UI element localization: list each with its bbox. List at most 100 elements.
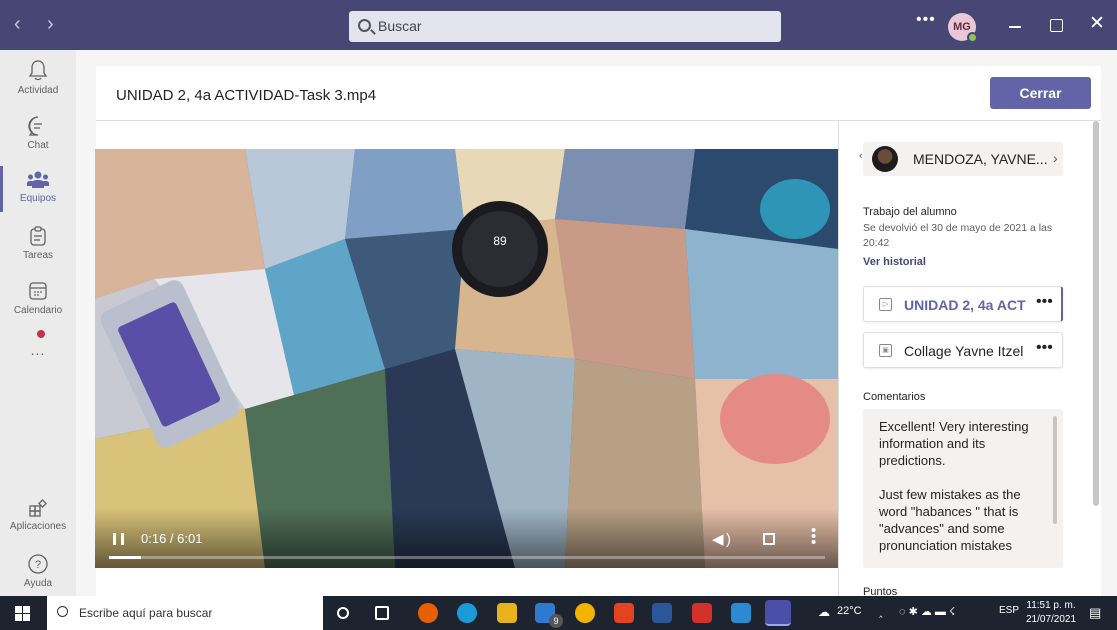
word-icon[interactable] bbox=[652, 603, 672, 623]
avatar[interactable]: MG bbox=[948, 13, 978, 43]
view-history-link[interactable]: Ver historial bbox=[863, 256, 926, 268]
student-name: MENDOZA, YAVNE... bbox=[913, 151, 1048, 167]
student-switcher[interactable]: ‹ MENDOZA, YAVNE... › bbox=[859, 142, 1063, 176]
taskbar-search-input[interactable]: Escribe aquí para buscar bbox=[47, 596, 323, 630]
more-label: ... bbox=[30, 342, 46, 358]
help-icon: ? bbox=[28, 554, 48, 574]
chevron-right-icon[interactable]: › bbox=[47, 13, 54, 36]
svg-text:?: ? bbox=[35, 559, 41, 571]
attachment-label: Collage Yavne Itzel bbox=[904, 343, 1024, 359]
edge-icon[interactable] bbox=[457, 603, 477, 623]
svg-text:89: 89 bbox=[493, 234, 507, 248]
rail-label: Ayuda bbox=[23, 578, 53, 589]
video-time: 0:16 / 6:01 bbox=[141, 531, 203, 546]
rail-item-calendario[interactable]: Calendario bbox=[0, 280, 76, 316]
rail-item-aplicaciones[interactable]: Aplicaciones bbox=[0, 498, 76, 532]
pause-icon[interactable] bbox=[113, 533, 124, 545]
cortana-icon[interactable] bbox=[337, 607, 349, 619]
image-file-icon: ▣ bbox=[879, 344, 892, 357]
notification-dot bbox=[37, 330, 45, 338]
chevron-left-icon[interactable]: ‹ bbox=[859, 150, 863, 162]
teams-icon bbox=[27, 171, 49, 188]
attachment-image[interactable]: ▣ Collage Yavne Itzel ••• bbox=[863, 332, 1063, 368]
system-tray-icons[interactable]: ◌ ✱ ☁ ▬ ☇ bbox=[899, 605, 955, 618]
taskbar-search-placeholder: Escribe aquí para buscar bbox=[79, 606, 213, 620]
minimize-icon[interactable] bbox=[1009, 26, 1021, 28]
teams-taskbar-icon[interactable] bbox=[765, 600, 791, 626]
attachment-label: UNIDAD 2, 4a ACT bbox=[904, 297, 1026, 313]
rail-label: Calendario bbox=[13, 305, 63, 316]
chevron-left-icon[interactable]: ‹ bbox=[14, 13, 21, 36]
more-options-icon[interactable]: • • • bbox=[811, 523, 816, 550]
firefox-icon[interactable] bbox=[418, 603, 438, 623]
temperature: 22°C bbox=[837, 605, 862, 617]
returned-status: Se devolvió el 30 de mayo de 2021 a las … bbox=[863, 222, 1053, 249]
office-icon[interactable] bbox=[614, 603, 634, 623]
acrobat-icon[interactable] bbox=[692, 603, 712, 623]
presence-available-icon bbox=[967, 32, 978, 43]
chrome-icon[interactable] bbox=[575, 603, 595, 623]
maximize-icon[interactable] bbox=[1050, 19, 1063, 32]
photos-icon[interactable] bbox=[731, 603, 751, 623]
video-progress-bar[interactable] bbox=[109, 556, 825, 559]
clock-date: 21/07/2021 bbox=[1026, 614, 1077, 625]
video-controls: 0:16 / 6:01 ◀ ) • • • bbox=[95, 508, 838, 568]
clock-time: 11:51 p. m. bbox=[1026, 600, 1076, 611]
rail-label: Chat bbox=[27, 140, 49, 151]
mail-badge: 9 bbox=[549, 614, 563, 628]
student-avatar bbox=[872, 146, 898, 172]
student-work-panel: ‹ MENDOZA, YAVNE... › Trabajo del alumno… bbox=[839, 121, 1101, 598]
rail-label: Actividad bbox=[17, 85, 59, 96]
rail-item-tareas[interactable]: Tareas bbox=[0, 225, 76, 261]
chat-icon bbox=[28, 116, 42, 136]
rail-item-equipos[interactable]: Equipos bbox=[0, 170, 76, 204]
rail-label: Equipos bbox=[19, 193, 57, 204]
comment-paragraph: Just few mistakes as the word "habances … bbox=[879, 487, 1021, 553]
video-file-icon: ▷ bbox=[879, 298, 892, 311]
close-button[interactable]: Cerrar bbox=[990, 77, 1091, 109]
video-progress-fill bbox=[109, 556, 141, 559]
file-title: UNIDAD 2, 4a ACTIVIDAD-Task 3.mp4 bbox=[116, 87, 377, 104]
rail-label: Tareas bbox=[22, 250, 53, 261]
video-player[interactable]: 89 0:16 / 6:01 ◀ ) • • • bbox=[95, 149, 838, 568]
comment-scrollbar[interactable] bbox=[1053, 416, 1057, 524]
comment-box[interactable]: Excellent! Very interesting information … bbox=[863, 409, 1063, 568]
calendar-icon bbox=[29, 282, 47, 300]
search-icon bbox=[358, 19, 371, 32]
clock[interactable]: 11:51 p. m. 21/07/2021 bbox=[1026, 599, 1076, 627]
search-icon bbox=[57, 606, 68, 617]
title-bar: ‹ › Buscar ••• MG ✕ bbox=[0, 0, 1117, 50]
app-rail: Actividad Chat Equipos Tareas Calendario… bbox=[0, 50, 76, 596]
assignments-icon bbox=[30, 226, 46, 246]
fullscreen-icon[interactable] bbox=[763, 533, 775, 545]
notifications-icon[interactable]: ▤ bbox=[1089, 605, 1101, 621]
task-view-icon[interactable] bbox=[375, 606, 389, 620]
ellipsis-icon[interactable]: ••• bbox=[1036, 339, 1053, 357]
volume-icon[interactable]: ◀ ) bbox=[712, 530, 731, 548]
language-indicator[interactable]: ESP bbox=[999, 605, 1019, 616]
rail-label: Aplicaciones bbox=[9, 521, 67, 532]
comments-title: Comentarios bbox=[863, 391, 926, 403]
avatar-initials: MG bbox=[953, 21, 971, 33]
comment-paragraph: Excellent! Very interesting information … bbox=[879, 419, 1029, 468]
chevron-up-icon[interactable]: ‸ bbox=[879, 605, 883, 618]
rail-item-ayuda[interactable]: ? Ayuda bbox=[0, 553, 76, 589]
apps-icon bbox=[29, 499, 47, 517]
ellipsis-icon[interactable]: ••• bbox=[1036, 293, 1053, 311]
rail-more-button[interactable]: ... bbox=[0, 342, 76, 358]
panel-scrollbar[interactable] bbox=[1093, 121, 1099, 506]
student-work-title: Trabajo del alumno bbox=[863, 206, 957, 218]
attachment-video[interactable]: ▷ UNIDAD 2, 4a ACT ••• bbox=[863, 286, 1063, 322]
search-input[interactable]: Buscar bbox=[349, 11, 781, 42]
video-frame: 89 bbox=[95, 149, 838, 568]
close-window-icon[interactable]: ✕ bbox=[1089, 12, 1105, 35]
file-explorer-icon[interactable] bbox=[497, 603, 517, 623]
bell-icon bbox=[28, 60, 48, 81]
chevron-right-icon[interactable]: › bbox=[1053, 150, 1058, 166]
rail-item-actividad[interactable]: Actividad bbox=[0, 58, 76, 96]
windows-start-icon[interactable] bbox=[15, 606, 30, 621]
ellipsis-icon[interactable]: ••• bbox=[916, 11, 936, 29]
rail-item-chat[interactable]: Chat bbox=[0, 115, 76, 151]
search-placeholder: Buscar bbox=[378, 18, 422, 34]
weather-icon: ☁ bbox=[818, 605, 830, 619]
